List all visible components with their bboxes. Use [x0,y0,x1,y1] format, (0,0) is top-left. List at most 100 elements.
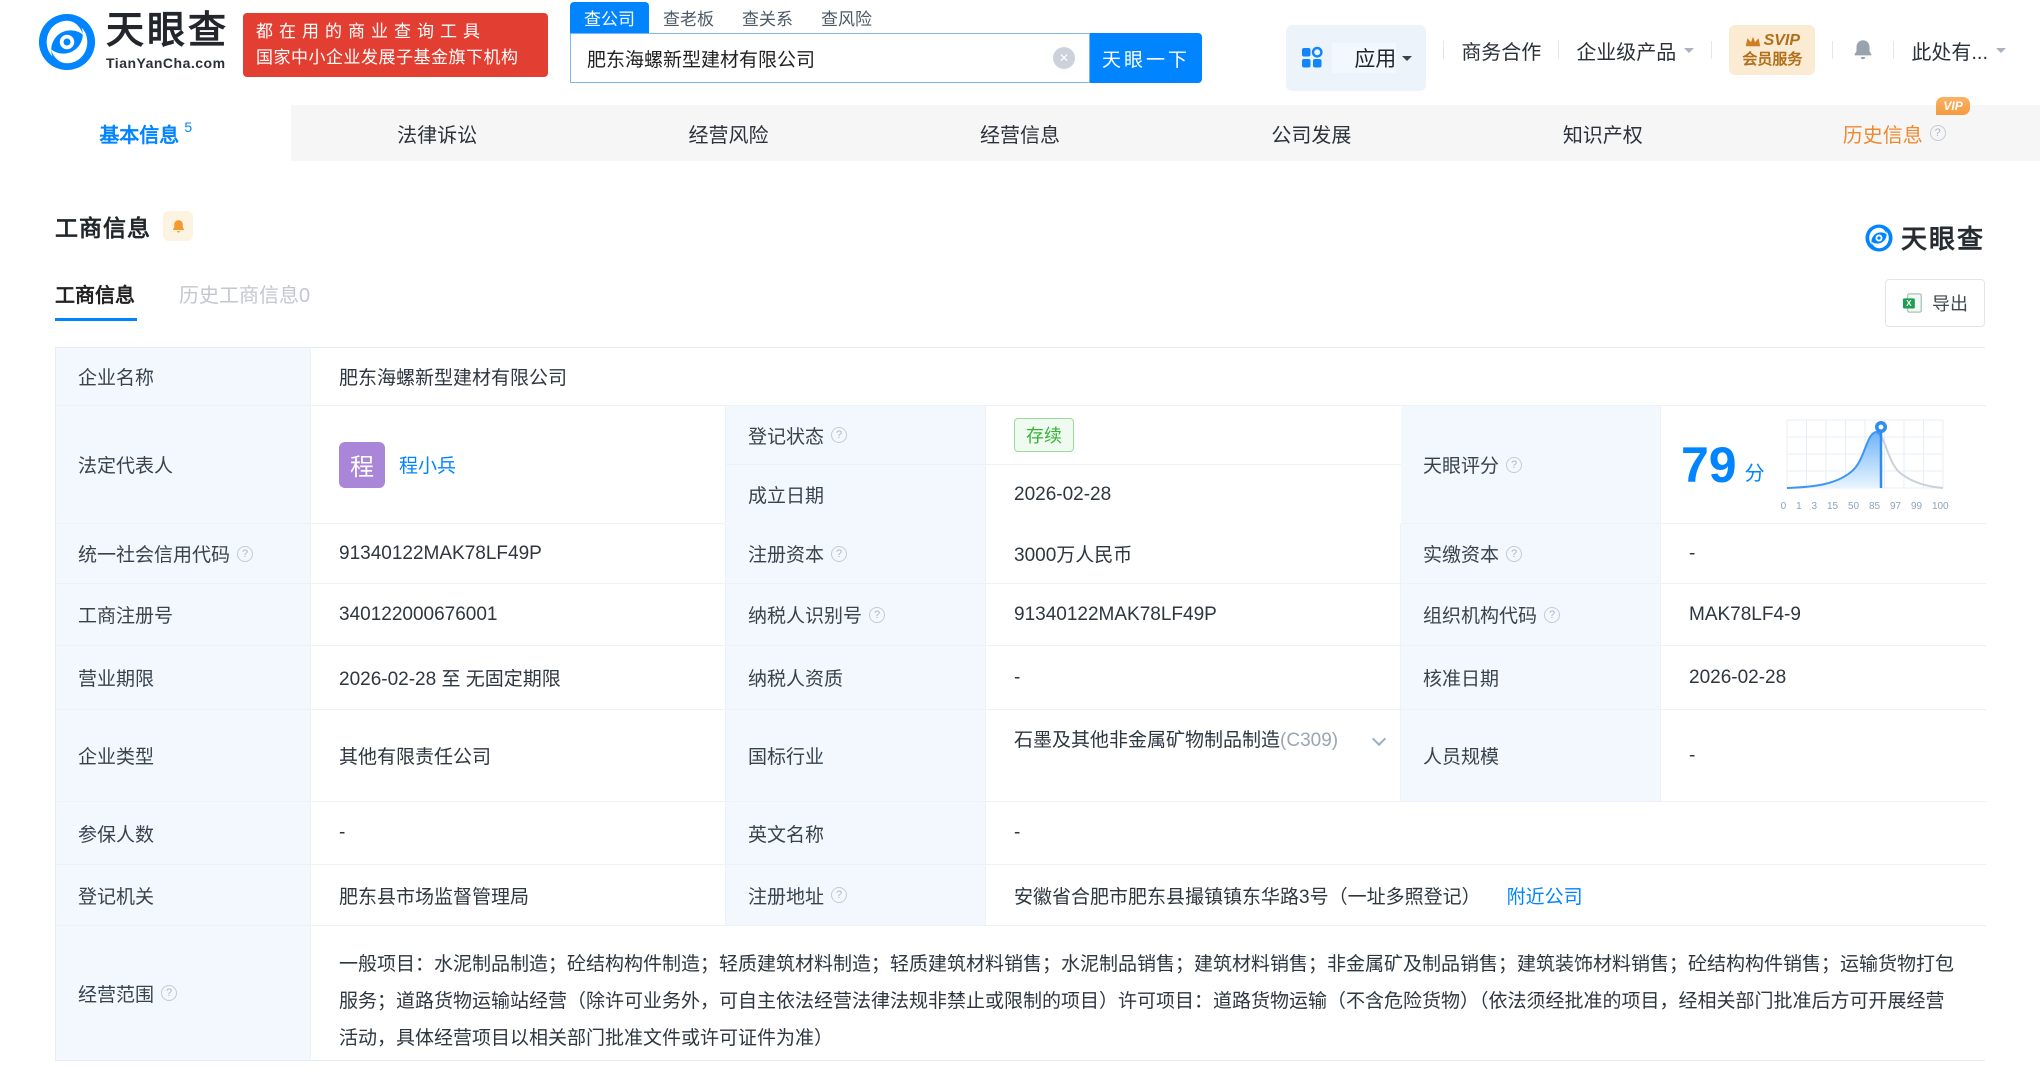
score-distribution-chart: 01 3 15 50 85 97 99 100 [1781,418,1949,512]
search-area: 查公司 查老板 查关系 查风险 天眼一下 [570,2,1202,83]
divider [1558,41,1560,59]
table-row: 统一社会信用代码 91340122MAK78LF49P 注册资本 3000万人民… [56,524,1986,584]
help-icon[interactable] [237,545,254,562]
svip-member-button[interactable]: SVIP 会员服务 [1729,25,1816,75]
help-icon[interactable] [831,545,848,562]
table-row: 法定代表人 程 程小兵 登记状态 存续 成立日期 2026-02-28 [56,406,1986,524]
tab-legal-proceedings[interactable]: 法律诉讼 [291,105,582,161]
notification-bell-icon[interactable] [1850,37,1876,63]
status-badge: 存续 [1014,418,1074,452]
help-icon[interactable] [1506,545,1523,562]
search-input[interactable] [571,46,1053,70]
user-account-menu[interactable]: 此处有... [1911,36,2006,65]
score-value: 79 [1681,436,1737,493]
help-icon[interactable] [1544,606,1561,623]
promo-banner[interactable]: 都在用的商业查询工具 国家中小企业发展子基金旗下机构 [243,13,548,77]
help-icon[interactable] [161,985,178,1001]
field-value-tianyan-score: 79 分 0 1 3 15 50 85 97 99 100 [1661,406,1986,524]
tab-intellectual-property[interactable]: 知识产权 [1457,105,1748,161]
field-label-credit-code: 统一社会信用代码 [56,524,311,584]
legal-rep-link[interactable]: 程小兵 [399,451,456,478]
svg-text:X: X [1906,299,1912,308]
field-label-reg-status: 登记状态 [726,406,986,465]
field-label-english-name: 英文名称 [726,802,986,865]
tab-company-development[interactable]: 公司发展 [1166,105,1457,161]
search-button[interactable]: 天眼一下 [1090,33,1202,83]
tab-operating-info[interactable]: 经营信息 [874,105,1165,161]
field-label-approval-date: 核准日期 [1401,646,1661,710]
search-tab-company[interactable]: 查公司 [570,2,649,33]
field-value-reg-number: 340122000676001 [311,584,726,646]
field-value-taxpayer-quality: - [986,646,1401,710]
divider [1711,41,1713,59]
tab-count: 5 [184,119,193,135]
tab-basic-info[interactable]: 基本信息 5 [0,105,292,161]
divider [1893,41,1895,59]
avatar[interactable]: 程 [339,441,385,488]
tianyancha-logo[interactable]: 天眼查 TianYanCha.com [38,12,229,71]
vip-badge: VIP [1936,96,1970,115]
search-input-wrap [570,33,1090,83]
field-label-reg-number: 工商注册号 [56,584,311,646]
field-label-paid-capital: 实缴资本 [1401,524,1661,584]
chevron-down-icon [1684,48,1695,58]
help-icon[interactable] [869,606,886,623]
chevron-down-icon [1996,48,2006,58]
field-value-credit-code: 91340122MAK78LF49P [311,524,726,584]
search-tab-relation[interactable]: 查关系 [728,2,807,33]
subtab-business-info[interactable]: 工商信息 [55,279,137,321]
main-content: 工商信息 天眼查 工商信息 历史工商信息0 X 导出 企业名称 肥东海螺新型建材… [0,161,2040,1061]
field-value-org-code: MAK78LF4-9 [1661,584,1986,646]
field-label-industry: 国标行业 [726,710,986,802]
subtab-history-business-info[interactable]: 历史工商信息0 [179,279,310,321]
field-value-business-term: 2026-02-28 至 无固定期限 [311,646,726,710]
brand-name: 天眼查 [106,10,230,52]
help-icon[interactable] [1506,456,1523,473]
tab-operating-risk[interactable]: 经营风险 [583,105,874,161]
apps-button[interactable]: 应用 [1286,25,1427,91]
score-chart-ticks: 01 3 15 50 85 97 99 100 [1780,500,1949,512]
field-label-tianyan-score: 天眼评分 [1401,406,1661,524]
field-value-reg-capital: 3000万人民币 [986,524,1401,584]
field-label-reg-address: 注册地址 [726,865,986,926]
company-tab-bar: 基本信息 5 法律诉讼 经营风险 经营信息 公司发展 知识产权 历史信息 VIP [0,96,2040,161]
field-value-approval-date: 2026-02-28 [1661,646,1986,710]
field-value-business-scope: 一般项目：水泥制品制造；砼结构构件制造；轻质建筑材料制造；轻质建筑材料销售；水泥… [311,926,1986,1060]
clear-icon[interactable] [1053,47,1075,69]
top-menu: 应用 商务合作 企业级产品 SVIP 会员服务 此处有... [1286,0,2006,100]
apps-label: 应用 [1332,43,1397,73]
table-row: 参保人数 - 英文名称 - [56,802,1986,865]
chevron-down-icon [1402,56,1413,66]
field-value-legal-rep: 程 程小兵 [311,406,726,524]
field-value-company-name: 肥东海螺新型建材有限公司 [311,348,1986,406]
table-row: 登记机关 肥东县市场监督管理局 注册地址 安徽省合肥市肥东县撮镇镇东华路3号（一… [56,865,1986,926]
menu-item-enterprise-products[interactable]: 企业级产品 [1576,36,1695,65]
nearby-companies-link[interactable]: 附近公司 [1507,882,1583,909]
tab-history-info[interactable]: 历史信息 VIP [1749,96,2040,161]
field-label-reg-capital: 注册资本 [726,524,986,584]
export-button[interactable]: X 导出 [1885,279,1985,327]
help-icon[interactable] [831,427,848,443]
subscribe-bell-icon[interactable] [163,211,193,241]
menu-item-business-cooperation[interactable]: 商务合作 [1461,36,1541,65]
help-icon[interactable] [1929,125,1946,141]
field-label-taxpayer-id: 纳税人识别号 [726,584,986,646]
field-value-taxpayer-id: 91340122MAK78LF49P [986,584,1401,646]
field-value-company-type: 其他有限责任公司 [311,710,726,802]
field-value-paid-capital: - [1661,524,1986,584]
chevron-down-icon[interactable] [1371,731,1387,747]
business-info-table: 企业名称 肥东海螺新型建材有限公司 法定代表人 程 程小兵 登记状态 存续 [55,347,1986,1061]
tianyancha-swirl-icon [1865,223,1893,252]
help-icon[interactable] [831,887,848,903]
field-label-company-name: 企业名称 [56,348,311,406]
table-row: 营业期限 2026-02-28 至 无固定期限 纳税人资质 - 核准日期 202… [56,646,1986,710]
active-subtab-underline [55,318,137,321]
tianyancha-watermark: 天眼查 [1865,219,1985,256]
promo-line2: 国家中小企业发展子基金旗下机构 [256,48,519,67]
search-tab-boss[interactable]: 查老板 [649,2,728,33]
search-tab-risk[interactable]: 查风险 [807,2,886,33]
field-value-reg-address: 安徽省合肥市肥东县撮镇镇东华路3号（一址多照登记） 附近公司 [986,865,1986,926]
field-label-staff-size: 人员规模 [1401,710,1661,802]
table-row: 企业类型 其他有限责任公司 国标行业 石墨及其他非金属矿物制品制造(C309) … [56,710,1986,802]
field-label-reg-authority: 登记机关 [56,865,311,926]
